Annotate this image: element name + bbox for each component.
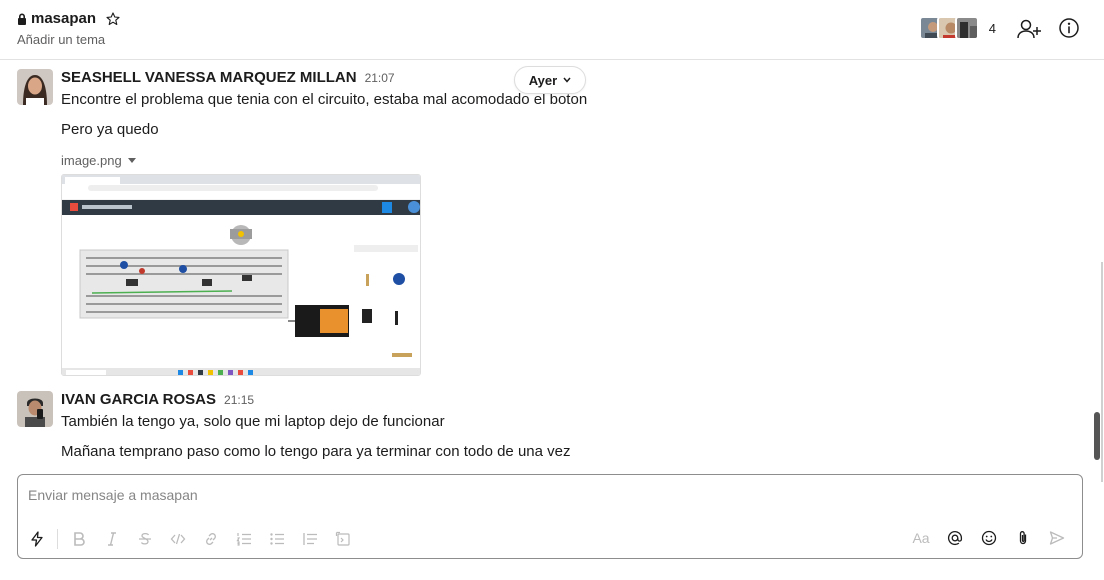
sender-name[interactable]: SEASHELL VANESSA MARQUEZ MILLAN: [61, 69, 357, 86]
image-attachment[interactable]: [61, 174, 421, 376]
date-divider-button[interactable]: Ayer: [514, 66, 586, 94]
message-text: Pero ya quedo: [61, 121, 159, 138]
emoji-button[interactable]: [978, 527, 1000, 549]
message-timestamp[interactable]: 21:15: [224, 393, 254, 407]
emoji-icon: [981, 530, 997, 546]
message-text: Encontre el problema que tenia con el ci…: [61, 91, 588, 108]
attach-file-button[interactable]: [1012, 527, 1034, 549]
ordered-list-button[interactable]: [233, 528, 255, 550]
composer-actions: Aa: [904, 527, 1074, 549]
attachment-filename-text: image.png: [61, 153, 122, 168]
image-thumbnail: [62, 175, 420, 375]
member-count: 4: [988, 20, 996, 36]
caret-down-icon: [127, 157, 136, 163]
strikethrough-button[interactable]: [134, 528, 156, 550]
mention-button[interactable]: [944, 527, 966, 549]
message-header: IVAN GARCIA ROSAS 21:15: [61, 391, 254, 408]
attachment-filename[interactable]: image.png: [61, 153, 136, 168]
info-icon[interactable]: [1058, 17, 1080, 39]
bullet-list-icon: [270, 533, 284, 545]
channel-name: masapan: [31, 10, 97, 27]
link-icon: [206, 533, 216, 545]
code-button[interactable]: [167, 528, 189, 550]
message-text: Mañana temprano paso como lo tengo para …: [61, 443, 571, 460]
send-icon: [1049, 531, 1065, 545]
format-toggle-label: Aa: [912, 530, 930, 546]
avatar[interactable]: [17, 69, 53, 105]
channel-header: masapan Añadir un tema 4: [0, 0, 1104, 60]
send-button[interactable]: [1046, 527, 1068, 549]
add-person-icon[interactable]: [1016, 17, 1042, 41]
shortcuts-button[interactable]: [26, 528, 48, 550]
toolbar-divider: [57, 529, 58, 549]
avatar[interactable]: [17, 391, 53, 427]
sender-name[interactable]: IVAN GARCIA ROSAS: [61, 391, 216, 408]
code-block-button[interactable]: [332, 528, 354, 550]
blockquote-icon: [303, 533, 317, 545]
lightning-icon: [31, 531, 43, 547]
italic-button[interactable]: [101, 528, 123, 550]
chevron-down-icon: [563, 77, 571, 83]
date-label: Ayer: [528, 72, 558, 88]
message-timestamp[interactable]: 21:07: [365, 71, 395, 85]
bullet-list-button[interactable]: [266, 528, 288, 550]
message-list: SEASHELL VANESSA MARQUEZ MILLAN 21:07 En…: [0, 61, 1090, 471]
italic-icon: [108, 532, 116, 546]
formatting-toolbar: [26, 527, 365, 551]
at-sign-icon: [947, 530, 963, 546]
ordered-list-icon: [236, 533, 251, 546]
scrollbar-thumb[interactable]: [1094, 412, 1100, 460]
bold-icon: [74, 532, 85, 546]
channel-title-button[interactable]: masapan: [17, 10, 120, 27]
message-text: También la tengo ya, solo que mi laptop …: [61, 413, 445, 430]
paperclip-icon: [1019, 531, 1027, 545]
scrollbar-edge: [1101, 262, 1103, 482]
code-block-icon: [335, 531, 350, 546]
message-input[interactable]: [28, 487, 1068, 503]
add-topic-link[interactable]: Añadir un tema: [17, 32, 105, 47]
bold-button[interactable]: [68, 528, 90, 550]
message-composer: Aa: [17, 474, 1083, 559]
lock-icon: [18, 13, 26, 25]
avatar: [954, 16, 979, 40]
link-button[interactable]: [200, 528, 222, 550]
formatting-toggle-button[interactable]: Aa: [910, 527, 932, 549]
message-header: SEASHELL VANESSA MARQUEZ MILLAN 21:07: [61, 69, 395, 86]
code-icon: [170, 533, 186, 545]
blockquote-button[interactable]: [299, 528, 321, 550]
strikethrough-icon: [139, 532, 151, 545]
members-button[interactable]: 4: [918, 16, 996, 40]
star-icon[interactable]: [106, 11, 120, 26]
